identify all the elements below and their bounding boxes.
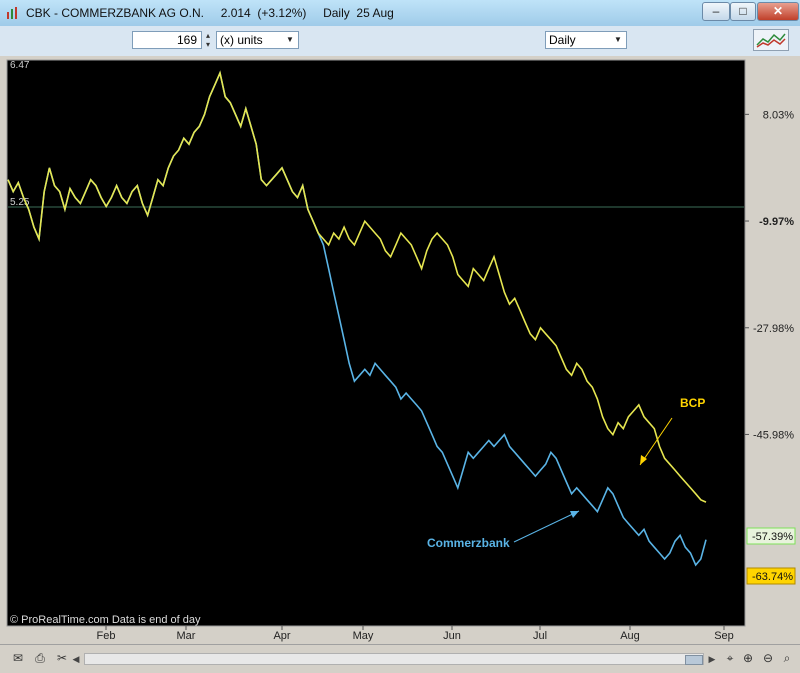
last-value-tag: -57.39%: [746, 527, 796, 545]
left-scale-label-top: 6.47: [10, 60, 30, 71]
y-tick-label: -9.97%: [759, 216, 794, 228]
line-chart-icon: [756, 33, 786, 48]
app-chart-icon: [7, 7, 17, 19]
zoom-icon[interactable]: ⌖: [722, 651, 738, 665]
last-value-label: -63.74%: [752, 571, 793, 583]
x-tick-label: Mar: [177, 630, 196, 642]
x-tick-label: Sep: [714, 630, 734, 642]
scrollbar-thumb[interactable]: [685, 655, 703, 665]
scissors-icon[interactable]: ✂: [54, 651, 70, 665]
x-tick-label: Apr: [273, 630, 290, 642]
y-tick-label: -27.98%: [753, 323, 794, 335]
scroll-left-button[interactable]: ◀: [70, 653, 82, 665]
chevron-down-icon: ▼: [614, 35, 622, 44]
close-button[interactable]: ✕: [757, 2, 799, 21]
zoom-out-icon[interactable]: ⊖: [760, 651, 776, 665]
units-dropdown-label: (x) units: [220, 33, 263, 47]
x-tick-label: May: [353, 630, 374, 642]
chart-style-button[interactable]: [753, 29, 789, 51]
units-dropdown[interactable]: (x) units ▼: [216, 31, 299, 49]
zoom-in-icon[interactable]: ⊕: [740, 651, 756, 665]
bottom-toolbar: ✉ ⎙ ✂ ◀ ▶ ⌖ ⊕ ⊖ ⌕: [0, 644, 800, 673]
maximize-button[interactable]: □: [730, 2, 756, 21]
last-value-label: -57.39%: [752, 531, 793, 543]
watermark-text: © ProRealTime.com Data is end of day: [10, 614, 201, 626]
chart-toolbar: 169 ▴ ▾ (x) units ▼ Daily ▼: [0, 26, 800, 57]
y-tick-label: 8.03%: [763, 109, 794, 121]
x-tick-label: Jun: [443, 630, 461, 642]
x-tick-label: Jul: [533, 630, 547, 642]
last-value-tag: -63.74%: [746, 567, 796, 585]
minimize-button[interactable]: –: [702, 2, 730, 21]
print-icon[interactable]: ⎙: [32, 651, 48, 665]
units-spinner[interactable]: ▴ ▾: [202, 31, 214, 49]
period-dropdown[interactable]: Daily ▼: [545, 31, 627, 49]
annotation-bcp: BCP: [680, 396, 705, 410]
annotation-commerzbank: Commerzbank: [427, 536, 510, 550]
window-title: CBK - COMMERZBANK AG O.N. 2.014 (+3.12%)…: [26, 6, 394, 20]
chevron-down-icon: ▼: [286, 35, 294, 44]
zoom-reset-icon[interactable]: ⌕: [779, 651, 795, 665]
period-dropdown-label: Daily: [549, 33, 576, 47]
y-tick-label: -45.98%: [753, 429, 794, 441]
envelope-icon[interactable]: ✉: [10, 651, 26, 665]
x-tick-label: Aug: [620, 630, 640, 642]
horizontal-scrollbar[interactable]: [84, 653, 704, 665]
units-count-input[interactable]: 169: [132, 31, 202, 49]
x-tick-label: Feb: [97, 630, 116, 642]
price-chart[interactable]: 5.25 BCPCommerzbank Feb Mar Apr May Jun Jul Au…: [0, 56, 800, 644]
title-bar: CBK - COMMERZBANK AG O.N. 2.014 (+3.12%)…: [0, 0, 800, 27]
scroll-right-button[interactable]: ▶: [706, 653, 718, 665]
